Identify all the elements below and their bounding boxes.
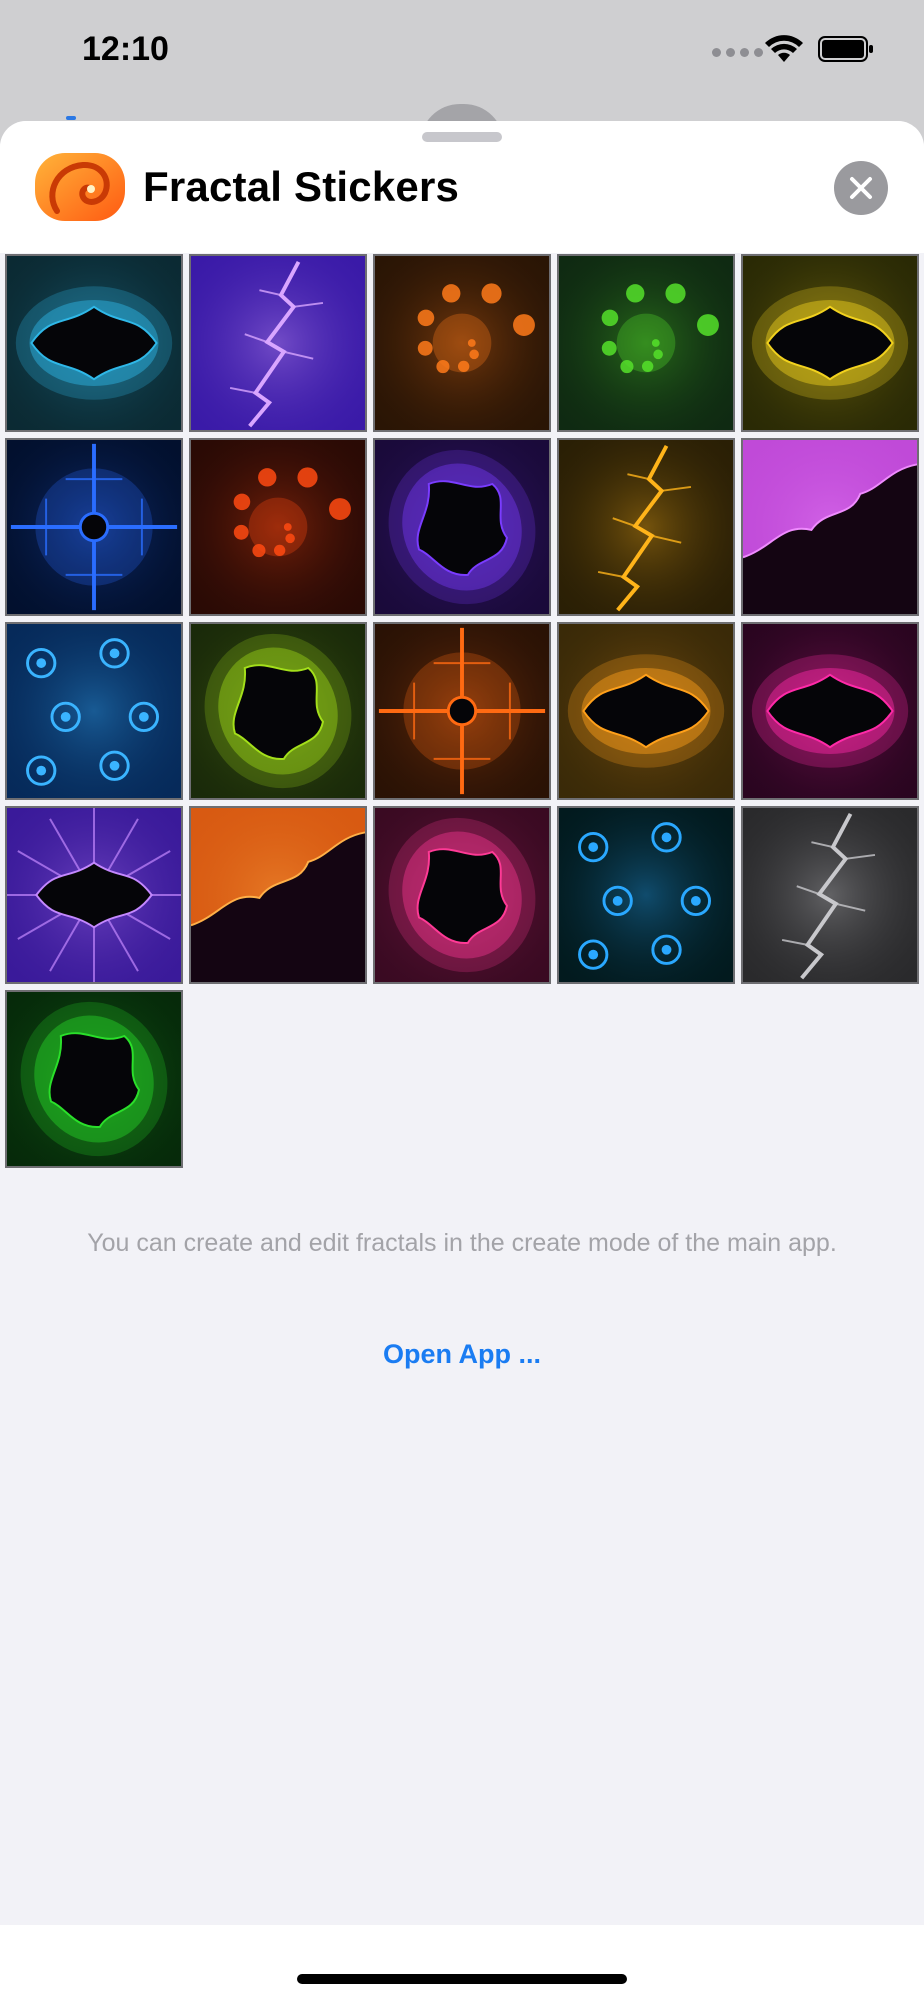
close-button[interactable]	[834, 161, 888, 215]
sheet-footer	[0, 1925, 924, 2000]
app-icon	[35, 153, 125, 221]
fractal-sticker-image	[559, 256, 733, 430]
fractal-sticker-image	[7, 624, 181, 798]
sticker-tile[interactable]	[741, 438, 919, 616]
sticker-tile[interactable]	[373, 254, 551, 432]
sheet-header: Fractal Stickers	[0, 121, 924, 253]
sticker-tile[interactable]	[189, 806, 367, 984]
fractal-sticker-image	[7, 256, 181, 430]
sticker-tile[interactable]	[373, 622, 551, 800]
sticker-tile[interactable]	[5, 254, 183, 432]
sticker-tile[interactable]	[557, 438, 735, 616]
sticker-tile[interactable]	[741, 254, 919, 432]
close-icon	[850, 177, 872, 199]
fractal-sticker-image	[375, 440, 549, 614]
sticker-tile[interactable]	[741, 622, 919, 800]
fractal-sticker-image	[7, 440, 181, 614]
sticker-tile[interactable]	[741, 806, 919, 984]
sticker-tile[interactable]	[5, 622, 183, 800]
fractal-sticker-image	[559, 440, 733, 614]
sticker-tile[interactable]	[189, 438, 367, 616]
open-app-link[interactable]: Open App ...	[300, 1339, 624, 1370]
sticker-tile[interactable]	[373, 438, 551, 616]
fractal-sticker-image	[743, 256, 917, 430]
home-indicator[interactable]	[297, 1974, 627, 1984]
sheet-grabber[interactable]	[422, 132, 502, 142]
battery-icon	[818, 36, 873, 62]
fractal-sticker-image	[7, 808, 181, 982]
fractal-sticker-image	[743, 624, 917, 798]
sticker-tile[interactable]	[189, 254, 367, 432]
sticker-tile[interactable]	[189, 622, 367, 800]
sticker-tile[interactable]	[5, 990, 183, 1168]
fractal-sticker-image	[375, 624, 549, 798]
sticker-sheet: Fractal Stickers You can create and edit…	[0, 121, 924, 2000]
sticker-tile[interactable]	[557, 806, 735, 984]
fractal-sticker-image	[191, 440, 365, 614]
sticker-tile[interactable]	[5, 806, 183, 984]
sticker-tile[interactable]	[5, 438, 183, 616]
sticker-tile[interactable]	[373, 806, 551, 984]
wifi-icon	[765, 35, 803, 62]
background-app-peek-accent	[66, 116, 76, 120]
fractal-sticker-image	[191, 808, 365, 982]
fractal-sticker-image	[191, 624, 365, 798]
fractal-sticker-image	[191, 256, 365, 430]
status-bar: 12:10	[0, 0, 924, 144]
fractal-sticker-image	[559, 808, 733, 982]
fractal-sticker-image	[375, 256, 549, 430]
fractal-sticker-image	[7, 992, 181, 1166]
status-time: 12:10	[82, 30, 169, 68]
cellular-signal-icon	[712, 48, 763, 57]
fractal-sticker-image	[375, 808, 549, 982]
fractal-sticker-image	[559, 624, 733, 798]
fractal-sticker-image	[743, 440, 917, 614]
info-text: You can create and edit fractals in the …	[87, 1229, 837, 1257]
fractal-sticker-image	[743, 808, 917, 982]
sticker-tile[interactable]	[557, 254, 735, 432]
sheet-title: Fractal Stickers	[143, 163, 460, 210]
sticker-tile[interactable]	[557, 622, 735, 800]
